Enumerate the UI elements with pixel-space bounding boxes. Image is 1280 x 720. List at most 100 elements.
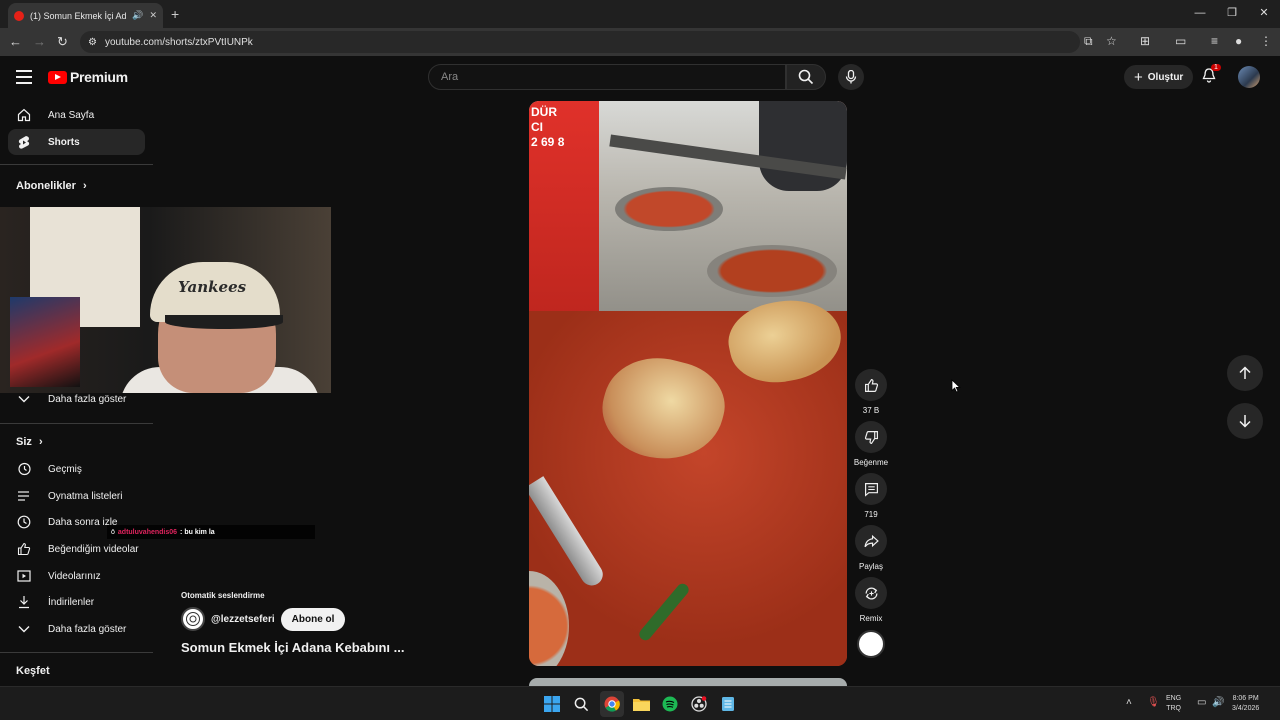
arrow-up-icon <box>1239 366 1251 379</box>
cast-icon[interactable]: ⧉ <box>1084 34 1093 49</box>
address-bar[interactable]: ⚙ youtube.com/shorts/ztxPVtIUNPk <box>80 31 1080 53</box>
channel-avatar[interactable] <box>181 607 205 631</box>
explore-header: Keşfet <box>16 665 50 677</box>
voice-search-button[interactable] <box>838 64 864 90</box>
tray-microphone-icon[interactable]: 🎙 <box>1147 697 1160 708</box>
menu-dots-icon[interactable]: ⋮ <box>1260 34 1272 48</box>
channel-logo-icon <box>186 612 200 626</box>
profile-icon[interactable]: ● <box>1235 34 1242 48</box>
browser-tab[interactable]: (1) Somun Ekmek İçi Adana 🔊 ✕ <box>8 3 163 28</box>
speaker-icon[interactable]: 🔊 <box>132 10 143 21</box>
back-icon[interactable]: ← <box>9 34 22 49</box>
sidebar-item-label: Videolarınız <box>48 570 101 582</box>
search-button[interactable] <box>786 64 826 90</box>
obs-icon[interactable] <box>688 693 710 715</box>
hamburger-menu-icon[interactable] <box>16 70 32 88</box>
extensions-icon[interactable]: ⊞ <box>1140 34 1150 48</box>
remix-label: Remix <box>859 614 883 623</box>
forward-icon[interactable]: → <box>33 34 46 49</box>
file-explorer-icon[interactable] <box>630 693 652 715</box>
sidebar-item-liked-videos[interactable]: Beğendiğim videolar <box>8 536 145 562</box>
next-short-button[interactable] <box>1227 403 1263 439</box>
playlist-icon <box>16 488 32 504</box>
chevron-down-icon <box>16 621 32 637</box>
share-label: Paylaş <box>858 562 883 571</box>
volume-icon[interactable]: 🔊 <box>1212 697 1224 708</box>
search-input[interactable]: Ara <box>428 64 786 90</box>
comments-action: 719 <box>853 473 889 519</box>
channel-row: @lezzetseferi Abone ol <box>181 607 381 631</box>
sidebar-item-show-more[interactable]: Daha fazla göster <box>8 616 145 642</box>
search-icon <box>798 69 814 85</box>
taskbar-search-icon[interactable] <box>570 693 592 715</box>
sidepanel-icon[interactable]: ▭ <box>1175 34 1186 48</box>
chevron-right-icon: › <box>82 180 87 192</box>
youtube-premium-logo[interactable]: Premium <box>48 69 128 85</box>
account-avatar[interactable] <box>1238 66 1260 88</box>
minimize-icon[interactable]: — <box>1184 0 1216 28</box>
youtube-favicon-icon <box>14 10 24 21</box>
thumbs-down-icon <box>864 430 878 444</box>
chat-username: adtuluvahendis06 <box>117 528 178 536</box>
channel-avatar-small[interactable] <box>857 630 885 658</box>
download-icon <box>16 594 32 610</box>
sidebar-item-home[interactable]: Ana Sayfa <box>8 102 145 128</box>
windows-start-icon[interactable] <box>541 693 563 715</box>
subscribe-button[interactable]: Abone ol <box>280 607 346 631</box>
notepad-icon[interactable] <box>717 693 739 715</box>
sidebar-item-label: Oynatma listeleri <box>48 490 123 502</box>
language-indicator[interactable]: ENG TRQ <box>1166 694 1181 714</box>
close-window-icon[interactable]: ✕ <box>1248 0 1280 28</box>
like-button[interactable] <box>855 369 887 401</box>
comment-icon <box>864 482 878 497</box>
browser-tab-strip: (1) Somun Ekmek İçi Adana 🔊 ✕ + — ❐ ✕ <box>0 0 1280 28</box>
logo-text: Premium <box>70 69 128 85</box>
sidebar-divider <box>0 423 153 424</box>
plus-icon: + <box>1134 68 1143 86</box>
you-header[interactable]: Siz › <box>16 436 43 448</box>
site-info-icon[interactable]: ⚙ <box>88 37 97 48</box>
sidebar-item-shorts[interactable]: Shorts <box>8 129 145 155</box>
comments-button[interactable] <box>855 473 887 505</box>
remix-button[interactable] <box>855 577 887 609</box>
sidebar-divider <box>0 652 153 653</box>
sidebar-item-downloads[interactable]: İndirilenler <box>8 589 145 615</box>
subscriptions-header-label: Abonelikler <box>16 180 76 192</box>
bookmark-star-icon[interactable]: ☆ <box>1106 34 1117 48</box>
restore-icon[interactable]: ❐ <box>1216 0 1248 28</box>
channel-name[interactable]: @lezzetseferi <box>211 614 275 625</box>
spotify-icon[interactable] <box>659 693 681 715</box>
webcam-person-cap: Yankees <box>150 262 280 322</box>
sidebar-item-label: İndirilenler <box>48 596 95 608</box>
network-icon[interactable]: ▭ <box>1197 697 1206 708</box>
previous-short-button[interactable] <box>1227 355 1263 391</box>
share-button[interactable] <box>855 525 887 557</box>
video-plate <box>707 245 837 297</box>
create-button[interactable]: + Oluştur <box>1124 65 1194 89</box>
sidebar-item-history[interactable]: Geçmiş <box>8 456 145 482</box>
reload-icon[interactable]: ↻ <box>57 34 68 50</box>
short-title[interactable]: Somun Ekmek İçi Adana Kebabını ... <box>181 640 411 655</box>
chrome-icon[interactable] <box>601 693 623 715</box>
tab-close-icon[interactable]: ✕ <box>149 10 157 21</box>
webcam-poster <box>10 297 80 387</box>
shorts-video-player[interactable]: DÜR CI 2 69 8 <box>529 101 847 666</box>
video-overlay-text: DÜR CI 2 69 8 <box>531 105 565 149</box>
sidebar-item-playlists[interactable]: Oynatma listeleri <box>8 483 145 509</box>
tray-chevron-up-icon[interactable]: ˄ <box>1126 697 1132 708</box>
dislike-action: Beğenme <box>853 421 889 467</box>
media-control-icon[interactable]: ≡ <box>1211 34 1218 48</box>
mouse-cursor-icon <box>951 379 961 398</box>
notifications-button[interactable]: 1 <box>1202 64 1221 88</box>
auto-dub-label: Otomatik seslendirme <box>181 591 265 600</box>
subscriptions-header[interactable]: Abonelikler › <box>16 180 87 192</box>
sidebar-item-your-videos[interactable]: Videolarınız <box>8 563 145 589</box>
clock-time: 8:06 PM <box>1232 695 1259 702</box>
window-controls: — ❐ ✕ <box>1184 0 1280 28</box>
clock[interactable]: 8:06 PM 3/4/2026 <box>1232 694 1259 714</box>
search-bar: Ara <box>428 64 826 90</box>
sidebar-item-label: Shorts <box>48 136 80 148</box>
dislike-button[interactable] <box>855 421 887 453</box>
new-tab-icon[interactable]: + <box>171 6 179 22</box>
chat-overlay: ō adtuluvahendis06 : bu kim la <box>107 525 315 539</box>
